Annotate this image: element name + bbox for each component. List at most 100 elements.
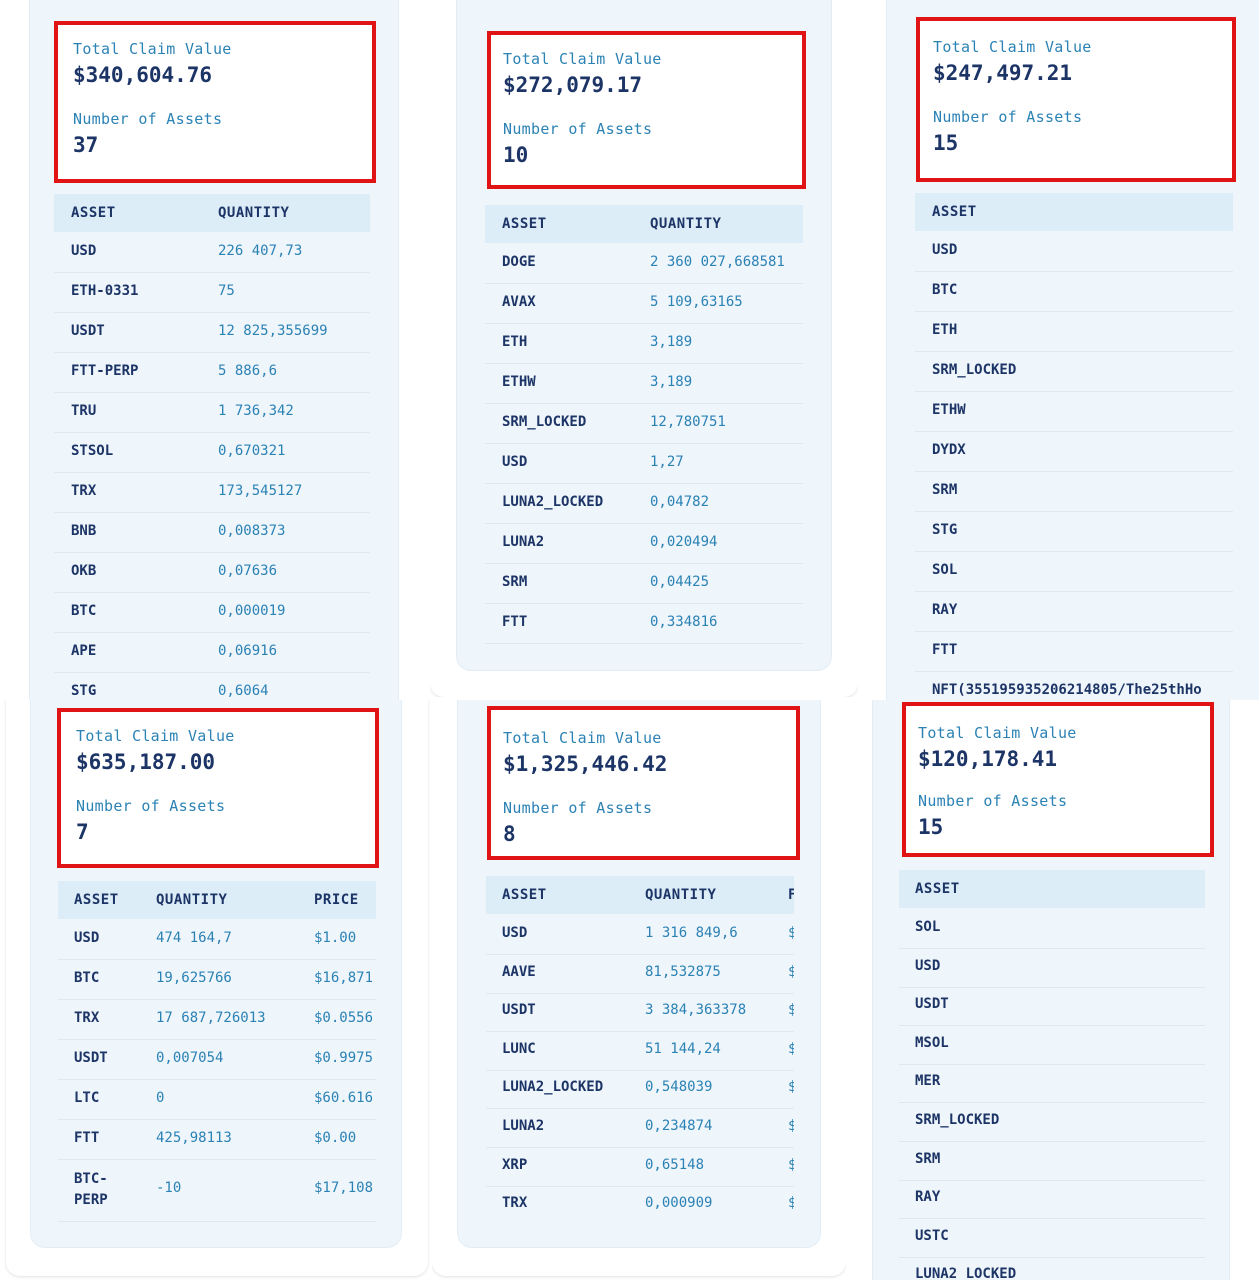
quantity-cell: 75: [218, 283, 235, 299]
price-cell: $: [788, 925, 794, 941]
asset-column-header: ASSET: [71, 205, 116, 221]
quantity-cell: 0,07636: [218, 563, 278, 579]
quantity-cell: 12,780751: [650, 414, 726, 430]
table-row: USTC: [899, 1217, 1205, 1258]
table-row: LTC 0 $60.616: [58, 1079, 376, 1120]
asset-cell: RAY: [915, 1189, 941, 1206]
asset-cell: STG: [932, 522, 958, 538]
quantity-cell: 0,548039: [645, 1079, 713, 1096]
asset-cell: SRM: [915, 1150, 941, 1167]
table-row: LUNA2 0,020494: [485, 523, 803, 564]
asset-cell: AAVE: [502, 963, 536, 980]
quantity-cell: 51 144,24: [645, 1040, 721, 1057]
table-header: ASSET QUANTITY PRICE: [58, 881, 376, 919]
quantity-cell: 0,65148: [645, 1156, 705, 1173]
quantity-cell: 5 886,6: [218, 363, 278, 379]
assets-table: ASSET QUANTITY PRICE USD 474 164,7 $1.00 BT…: [58, 881, 376, 1241]
price-cell: $0.0556: [314, 1010, 374, 1026]
quantity-cell: 0,06916: [218, 643, 278, 659]
number-of-assets-label: Number of Assets: [933, 108, 1083, 126]
quantity-cell: 81,532875: [645, 963, 721, 980]
table-row: FTT 425,98113 $0.00: [58, 1119, 376, 1160]
asset-cell: STSOL: [71, 443, 114, 459]
table-row: DYDX: [915, 431, 1233, 472]
claim-summary-box: Total Claim Value $247,497.21 Number of …: [916, 17, 1236, 182]
number-of-assets-value: 10: [503, 143, 529, 167]
asset-cell: SOL: [915, 919, 941, 935]
asset-cell: STG: [71, 683, 97, 699]
asset-cell: USD: [932, 242, 958, 258]
asset-cell: TRU: [71, 403, 97, 419]
table-row: USDT: [899, 985, 1205, 1027]
quantity-cell: 17 687,726013: [156, 1010, 266, 1026]
table-row: TRX 0,000909 $: [486, 1184, 794, 1216]
asset-cell: LUNA2: [502, 534, 545, 550]
table-row: USD 1,27: [485, 443, 803, 484]
asset-cell: FTT-PERP: [71, 363, 139, 379]
assets-table: ASSET SOL USD USDT MSOL MER SRM_LOCKED SRM RAY U…: [899, 870, 1205, 1280]
table-row: RAY: [915, 591, 1233, 632]
quantity-cell: 425,98113: [156, 1130, 232, 1146]
number-of-assets-value: 37: [73, 133, 99, 157]
table-row: USD 474 164,7 $1.00: [58, 919, 376, 960]
table-row: TRU 1 736,342: [54, 392, 370, 433]
table-row: USDT 12 825,355699: [54, 312, 370, 353]
asset-cell: SRM_LOCKED: [915, 1112, 1000, 1128]
asset-cell: ETHW: [502, 374, 536, 390]
table-row: STG: [915, 511, 1233, 552]
claim-panel-5: Total Claim Value $1,325,446.42 Number o…: [432, 700, 846, 1280]
quantity-cell: 474 164,7: [156, 930, 232, 946]
table-row: USDT 3 384,363378 $: [486, 991, 794, 1033]
asset-cell: BTC- PERP: [74, 1171, 108, 1208]
assets-table: ASSET QUANTITY USD 226 407,73 ETH-0331 75 US…: [54, 194, 370, 700]
table-row: FTT-PERP 5 886,6: [54, 352, 370, 393]
table-row: MER: [899, 1062, 1205, 1104]
table-row: OKB 0,07636: [54, 552, 370, 593]
claim-summary-box: Total Claim Value $340,604.76 Number of …: [54, 21, 376, 183]
asset-cell: FTT: [932, 642, 958, 658]
asset-cell: DOGE: [502, 254, 536, 270]
asset-cell: USD: [502, 925, 528, 941]
assets-table: ASSET USD BTC ETH SRM_LOCKED ETHW DYDX SRM STG S…: [915, 193, 1233, 700]
table-row: LUNA2 0,234874 $: [486, 1107, 794, 1148]
table-row: USD 1 316 849,6 $: [486, 914, 794, 955]
table-row: SRM: [915, 471, 1233, 512]
table-row: SRM 0,04425: [485, 563, 803, 604]
quantity-cell: 0,000909: [645, 1195, 713, 1212]
total-claim-value-label: Total Claim Value: [503, 729, 662, 747]
table-row: DOGE 2 360 027,668581: [485, 243, 803, 284]
table-row: LUNA2_LOCKED 0,04782: [485, 483, 803, 524]
quantity-cell: 0,020494: [650, 534, 718, 550]
price-cell: $: [788, 1002, 794, 1019]
quantity-cell: 0,008373: [218, 523, 286, 539]
asset-cell: SRM: [932, 482, 958, 498]
table-row: SRM_LOCKED: [915, 351, 1233, 392]
table-row: APE 0,06916: [54, 632, 370, 673]
table-row: ETH: [915, 311, 1233, 352]
price-cell: $: [788, 1118, 794, 1134]
number-of-assets-value: 7: [76, 820, 89, 844]
table-row: ETHW: [915, 391, 1233, 432]
assets-table: ASSET QUANTITY F USD 1 316 849,6 $ AAVE 81,5…: [486, 876, 794, 1216]
table-header: ASSET QUANTITY: [54, 194, 370, 232]
claim-panel-1: Total Claim Value $340,604.76 Number of …: [0, 0, 420, 700]
number-of-assets-label: Number of Assets: [918, 792, 1068, 810]
quantity-cell: 226 407,73: [218, 243, 303, 259]
asset-cell: SRM_LOCKED: [932, 362, 1017, 378]
price-cell: $: [788, 963, 794, 980]
quantity-column-header: QUANTITY: [645, 887, 717, 903]
asset-cell: USD: [915, 957, 941, 974]
claim-panel-2: Total Claim Value $272,079.17 Number of …: [430, 0, 858, 697]
price-column-header: F: [788, 887, 794, 903]
table-row: BNB 0,008373: [54, 512, 370, 553]
quantity-cell: 0,000019: [218, 603, 286, 619]
asset-cell: FTT: [502, 614, 528, 630]
total-claim-value-label: Total Claim Value: [76, 727, 235, 745]
quantity-cell: 3,189: [650, 334, 693, 350]
claim-summary-box: Total Claim Value $635,187.00 Number of …: [57, 708, 379, 868]
quantity-cell: 12 825,355699: [218, 323, 328, 339]
asset-cell: LUNA2_LOCKED: [502, 494, 604, 510]
asset-cell: LUNA2_LOCKED: [915, 1266, 1017, 1280]
asset-cell: BNB: [71, 523, 97, 539]
quantity-cell: 0,6064: [218, 683, 269, 699]
